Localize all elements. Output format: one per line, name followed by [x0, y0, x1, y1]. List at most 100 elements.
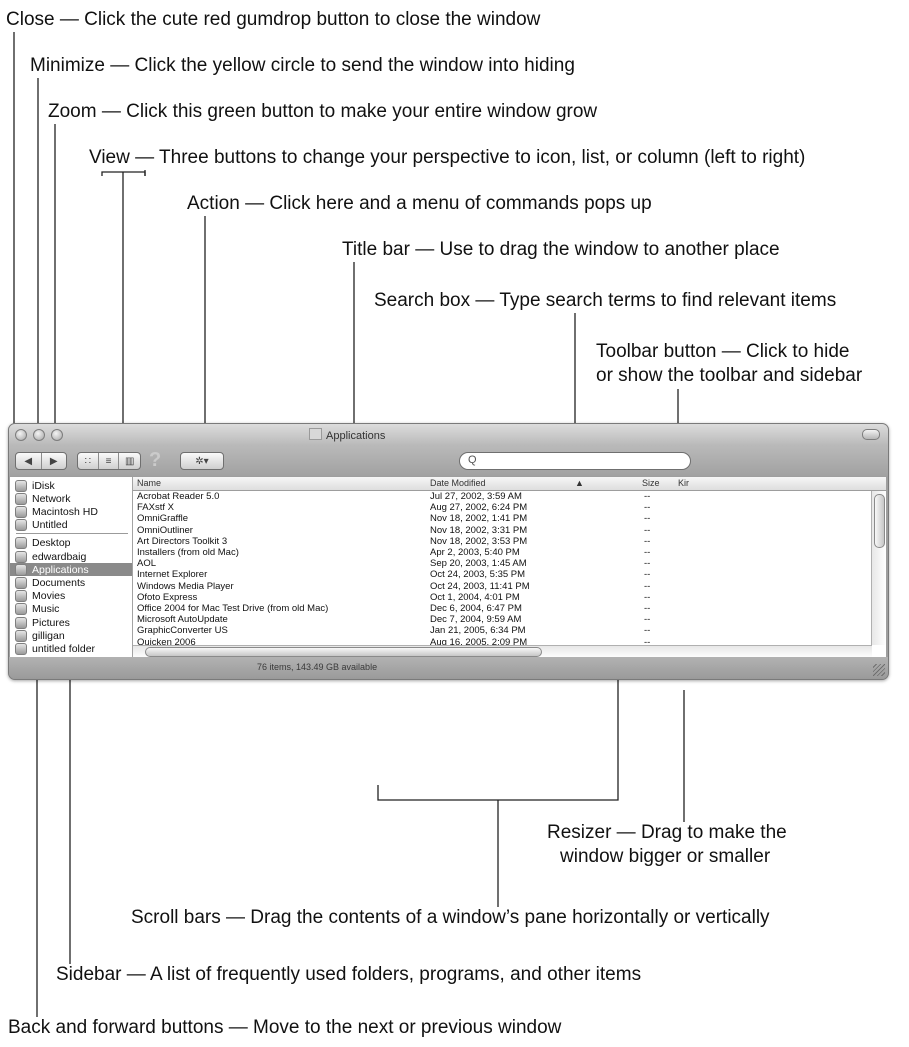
- horizontal-scrollbar[interactable]: [133, 645, 872, 657]
- list-view-button[interactable]: ≡: [99, 453, 120, 469]
- documents-icon: [15, 576, 27, 589]
- sidebar-item[interactable]: Network: [10, 492, 132, 505]
- sidebar-item-label: Applications: [32, 563, 89, 576]
- row-name: Installers (from old Mac): [137, 547, 239, 558]
- sidebar-item[interactable]: edwardbaig: [10, 550, 132, 563]
- row-name: OmniOutliner: [137, 524, 193, 536]
- sidebar-item-label: untitled folder: [32, 642, 96, 655]
- file-list: Name Date Modified ▲ Size Kir Acrobat Re…: [133, 477, 886, 657]
- sidebar-item[interactable]: Desktop: [10, 537, 132, 550]
- resizer-handle[interactable]: [873, 664, 885, 676]
- idisk-icon: [15, 479, 27, 492]
- action-gear-icon: ✲▾: [195, 455, 209, 467]
- music-icon: [15, 603, 27, 616]
- toolbar-toggle-button[interactable]: [862, 429, 880, 440]
- title-bar[interactable]: Applications: [9, 424, 888, 446]
- row-date: Oct 24, 2003, 5:35 PM: [430, 569, 526, 581]
- sidebar-item[interactable]: iDisk: [10, 479, 132, 492]
- table-row[interactable]: Installers (from old Mac) Apr 2, 2003, 5:…: [133, 547, 886, 559]
- zoom-button[interactable]: [51, 429, 63, 441]
- column-view-button[interactable]: ▥: [119, 453, 140, 469]
- column-header-size[interactable]: Size: [642, 478, 660, 488]
- row-size: --: [644, 558, 651, 570]
- user-icon: [15, 629, 27, 642]
- row-name: Ofoto Express: [137, 591, 198, 603]
- table-row[interactable]: Ofoto Express Oct 1, 2004, 4:01 PM --: [133, 592, 886, 604]
- callout-view: View — Three buttons to change your pers…: [89, 147, 806, 168]
- folder-icon: [15, 642, 27, 655]
- row-size: --: [644, 625, 651, 637]
- table-row[interactable]: Art Directors Toolkit 3 Nov 18, 2002, 3:5…: [133, 536, 886, 548]
- callout-back-forward: Back and forward buttons — Move to the n…: [8, 1017, 562, 1038]
- list-header: Name Date Modified ▲ Size Kir: [133, 477, 886, 491]
- network-icon: [15, 492, 27, 505]
- action-button[interactable]: ✲▾: [180, 452, 224, 470]
- vertical-scroll-thumb[interactable]: [874, 494, 885, 548]
- sidebar-item[interactable]: Applications: [10, 563, 132, 577]
- search-input[interactable]: Q: [459, 452, 691, 470]
- row-size: --: [644, 569, 651, 581]
- back-forward-buttons: ◀ ▶: [15, 452, 67, 470]
- sidebar-item-label: Untitled: [32, 519, 68, 532]
- sidebar-item-label: gilligan: [32, 629, 65, 642]
- close-button[interactable]: [15, 429, 27, 441]
- sidebar-item-label: Macintosh HD: [32, 505, 98, 518]
- row-size: --: [644, 513, 651, 525]
- table-row[interactable]: FAXstf X Aug 27, 2002, 6:24 PM --: [133, 502, 886, 514]
- icon-view-button[interactable]: ∷: [78, 453, 99, 469]
- sidebar-item-label: Desktop: [32, 537, 71, 550]
- minimize-button[interactable]: [33, 429, 45, 441]
- home-icon: [15, 550, 27, 563]
- row-size: --: [644, 535, 651, 547]
- sidebar-item[interactable]: Movies: [10, 590, 132, 603]
- row-size: --: [644, 591, 651, 603]
- table-row[interactable]: Windows Media Player Oct 24, 2003, 11:41 …: [133, 581, 886, 593]
- row-name: Internet Explorer: [137, 569, 208, 581]
- row-date: Oct 1, 2004, 4:01 PM: [430, 591, 520, 603]
- row-size: --: [644, 491, 651, 502]
- row-date: Nov 18, 2002, 1:41 PM: [430, 513, 528, 525]
- help-icon: ?: [149, 449, 162, 471]
- row-size: --: [644, 603, 651, 614]
- table-row[interactable]: Acrobat Reader 5.0 Jul 27, 2002, 3:59 AM -…: [133, 491, 886, 503]
- table-row[interactable]: OmniGraffle Nov 18, 2002, 1:41 PM --: [133, 513, 886, 525]
- row-size: --: [644, 614, 651, 626]
- column-header-name[interactable]: Name: [137, 478, 161, 488]
- row-date: Nov 18, 2002, 3:31 PM: [430, 524, 528, 536]
- horizontal-scroll-thumb[interactable]: [145, 647, 542, 657]
- row-date: Nov 18, 2002, 3:53 PM: [430, 535, 528, 547]
- applications-icon: [15, 563, 27, 576]
- vertical-scrollbar[interactable]: [871, 491, 886, 645]
- sidebar-item-label: Pictures: [32, 616, 70, 629]
- callout-resizer-line2: window bigger or smaller: [560, 846, 771, 867]
- sidebar-item[interactable]: Macintosh HD: [10, 505, 132, 518]
- table-row[interactable]: Office 2004 for Mac Test Drive (from old…: [133, 603, 886, 615]
- callout-sidebar: Sidebar — A list of frequently used fold…: [56, 964, 642, 985]
- table-row[interactable]: Microsoft AutoUpdate Dec 7, 2004, 9:59 AM…: [133, 614, 886, 626]
- callout-zoom: Zoom — Click this green button to make y…: [48, 101, 598, 122]
- desktop-icon: [15, 537, 27, 550]
- sidebar-item[interactable]: gilligan: [10, 629, 132, 642]
- sidebar-item[interactable]: Untitled: [10, 519, 132, 532]
- row-name: Microsoft AutoUpdate: [137, 614, 228, 626]
- sidebar-item-label: iDisk: [32, 479, 55, 492]
- column-header-date[interactable]: Date Modified: [430, 478, 486, 488]
- sidebar-item-label: Movies: [32, 590, 66, 603]
- sidebar-item[interactable]: Documents: [10, 576, 132, 589]
- table-row[interactable]: AOL Sep 20, 2003, 1:45 AM --: [133, 558, 886, 570]
- row-date: Dec 7, 2004, 9:59 AM: [430, 614, 522, 626]
- table-row[interactable]: OmniOutliner Nov 18, 2002, 3:31 PM --: [133, 525, 886, 537]
- table-row[interactable]: GraphicConverter US Jan 21, 2005, 6:34 PM…: [133, 625, 886, 637]
- sidebar-item[interactable]: Pictures: [10, 616, 132, 629]
- window-title: Applications: [309, 428, 385, 442]
- column-header-kind[interactable]: Kir: [678, 478, 689, 488]
- callout-title-bar: Title bar — Use to drag the window to an…: [342, 239, 780, 260]
- callout-toolbar-button-line2: or show the toolbar and sidebar: [596, 365, 863, 386]
- sidebar-item[interactable]: Music: [10, 603, 132, 616]
- back-button[interactable]: ◀: [16, 453, 42, 469]
- sidebar-item[interactable]: untitled folder: [10, 642, 132, 655]
- table-row[interactable]: Internet Explorer Oct 24, 2003, 5:35 PM --: [133, 569, 886, 581]
- forward-button[interactable]: ▶: [42, 453, 67, 469]
- sidebar-item-label: Music: [32, 603, 60, 616]
- folder-icon: [309, 428, 322, 440]
